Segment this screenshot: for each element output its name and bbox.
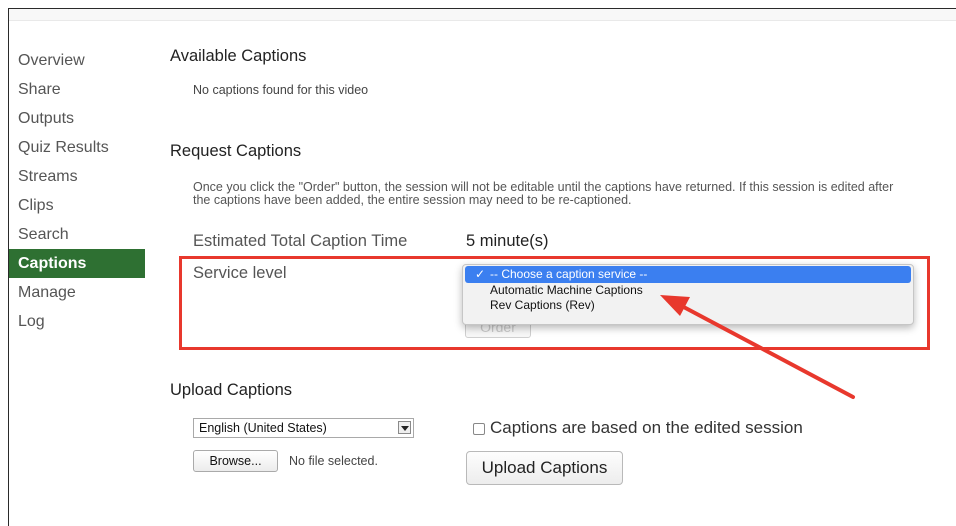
edited-session-checkbox[interactable] [473, 423, 485, 435]
language-select-value: English (United States) [199, 421, 327, 435]
no-file-selected-text: No file selected. [289, 454, 378, 468]
browse-button[interactable]: Browse... [193, 450, 278, 472]
chevron-down-icon [398, 421, 411, 434]
upload-captions-button[interactable]: Upload Captions [466, 451, 623, 485]
language-select[interactable]: English (United States) [193, 418, 414, 438]
upload-captions-heading: Upload Captions [170, 381, 292, 399]
edited-session-checkbox-label[interactable]: Captions are based on the edited session [490, 418, 803, 438]
annotation-arrow-icon [660, 295, 855, 399]
